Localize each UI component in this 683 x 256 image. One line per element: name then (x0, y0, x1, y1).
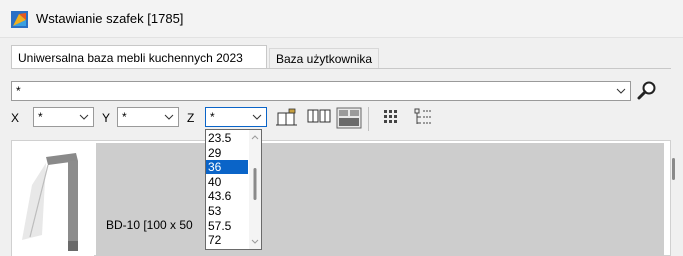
dropdown-option[interactable]: 40 (206, 175, 248, 189)
dropdown-option[interactable]: 57.5 (206, 219, 248, 233)
list-scrollbar[interactable] (672, 158, 675, 180)
title-bar: Wstawianie szafek [1785] (0, 0, 683, 38)
y-filter-combo[interactable]: * (117, 107, 179, 127)
panel-layout-icon[interactable] (336, 107, 362, 129)
y-label: Y (102, 111, 111, 125)
grid-view-icon[interactable] (383, 107, 399, 129)
window-title: Wstawianie szafek [1785] (36, 11, 184, 26)
y-filter-value: * (122, 110, 127, 124)
z-filter-value: * (210, 110, 215, 124)
tab-user-base[interactable]: Baza użytkownika (269, 48, 380, 69)
search-combo[interactable]: * (11, 81, 631, 101)
dropdown-option[interactable]: 36 (206, 160, 248, 175)
dropdown-option[interactable]: 53 (206, 204, 248, 218)
dropdown-scrollbar[interactable] (249, 130, 261, 249)
dropdown-option[interactable]: 43.6 (206, 189, 248, 203)
dropdown-option[interactable]: 23.5 (206, 131, 248, 145)
z-dropdown-list[interactable]: 23.5 29 36 40 43.6 53 57.5 72 (205, 129, 262, 250)
search-icon[interactable] (636, 80, 658, 102)
dropdown-option[interactable]: 29 (206, 146, 248, 160)
chevron-down-icon[interactable] (616, 85, 626, 97)
z-filter-combo[interactable]: * (205, 107, 267, 127)
cabinet-name: BD-10 [100 x 50 (106, 218, 193, 232)
z-label: Z (187, 111, 195, 125)
x-filter-value: * (38, 110, 43, 124)
chevron-down-icon[interactable] (79, 111, 89, 123)
toolbar-separator (368, 107, 369, 131)
tree-view-icon[interactable] (414, 107, 434, 129)
chevron-down-icon[interactable] (164, 111, 174, 123)
dropdown-option[interactable]: 72 (206, 233, 248, 247)
tab-universal-base[interactable]: Uniwersalna baza mebli kuchennych 2023 (11, 45, 267, 69)
x-label: X (11, 111, 20, 125)
chevron-down-icon[interactable] (252, 111, 262, 123)
cabinet-view-icon[interactable] (275, 107, 299, 129)
app-icon (11, 11, 28, 28)
list-item[interactable] (96, 143, 664, 256)
cabinet-thumbnail (12, 145, 94, 256)
x-filter-combo[interactable]: * (33, 107, 94, 127)
search-value: * (16, 84, 21, 98)
tab-divider (11, 68, 671, 69)
double-cabinet-icon[interactable] (306, 107, 332, 129)
